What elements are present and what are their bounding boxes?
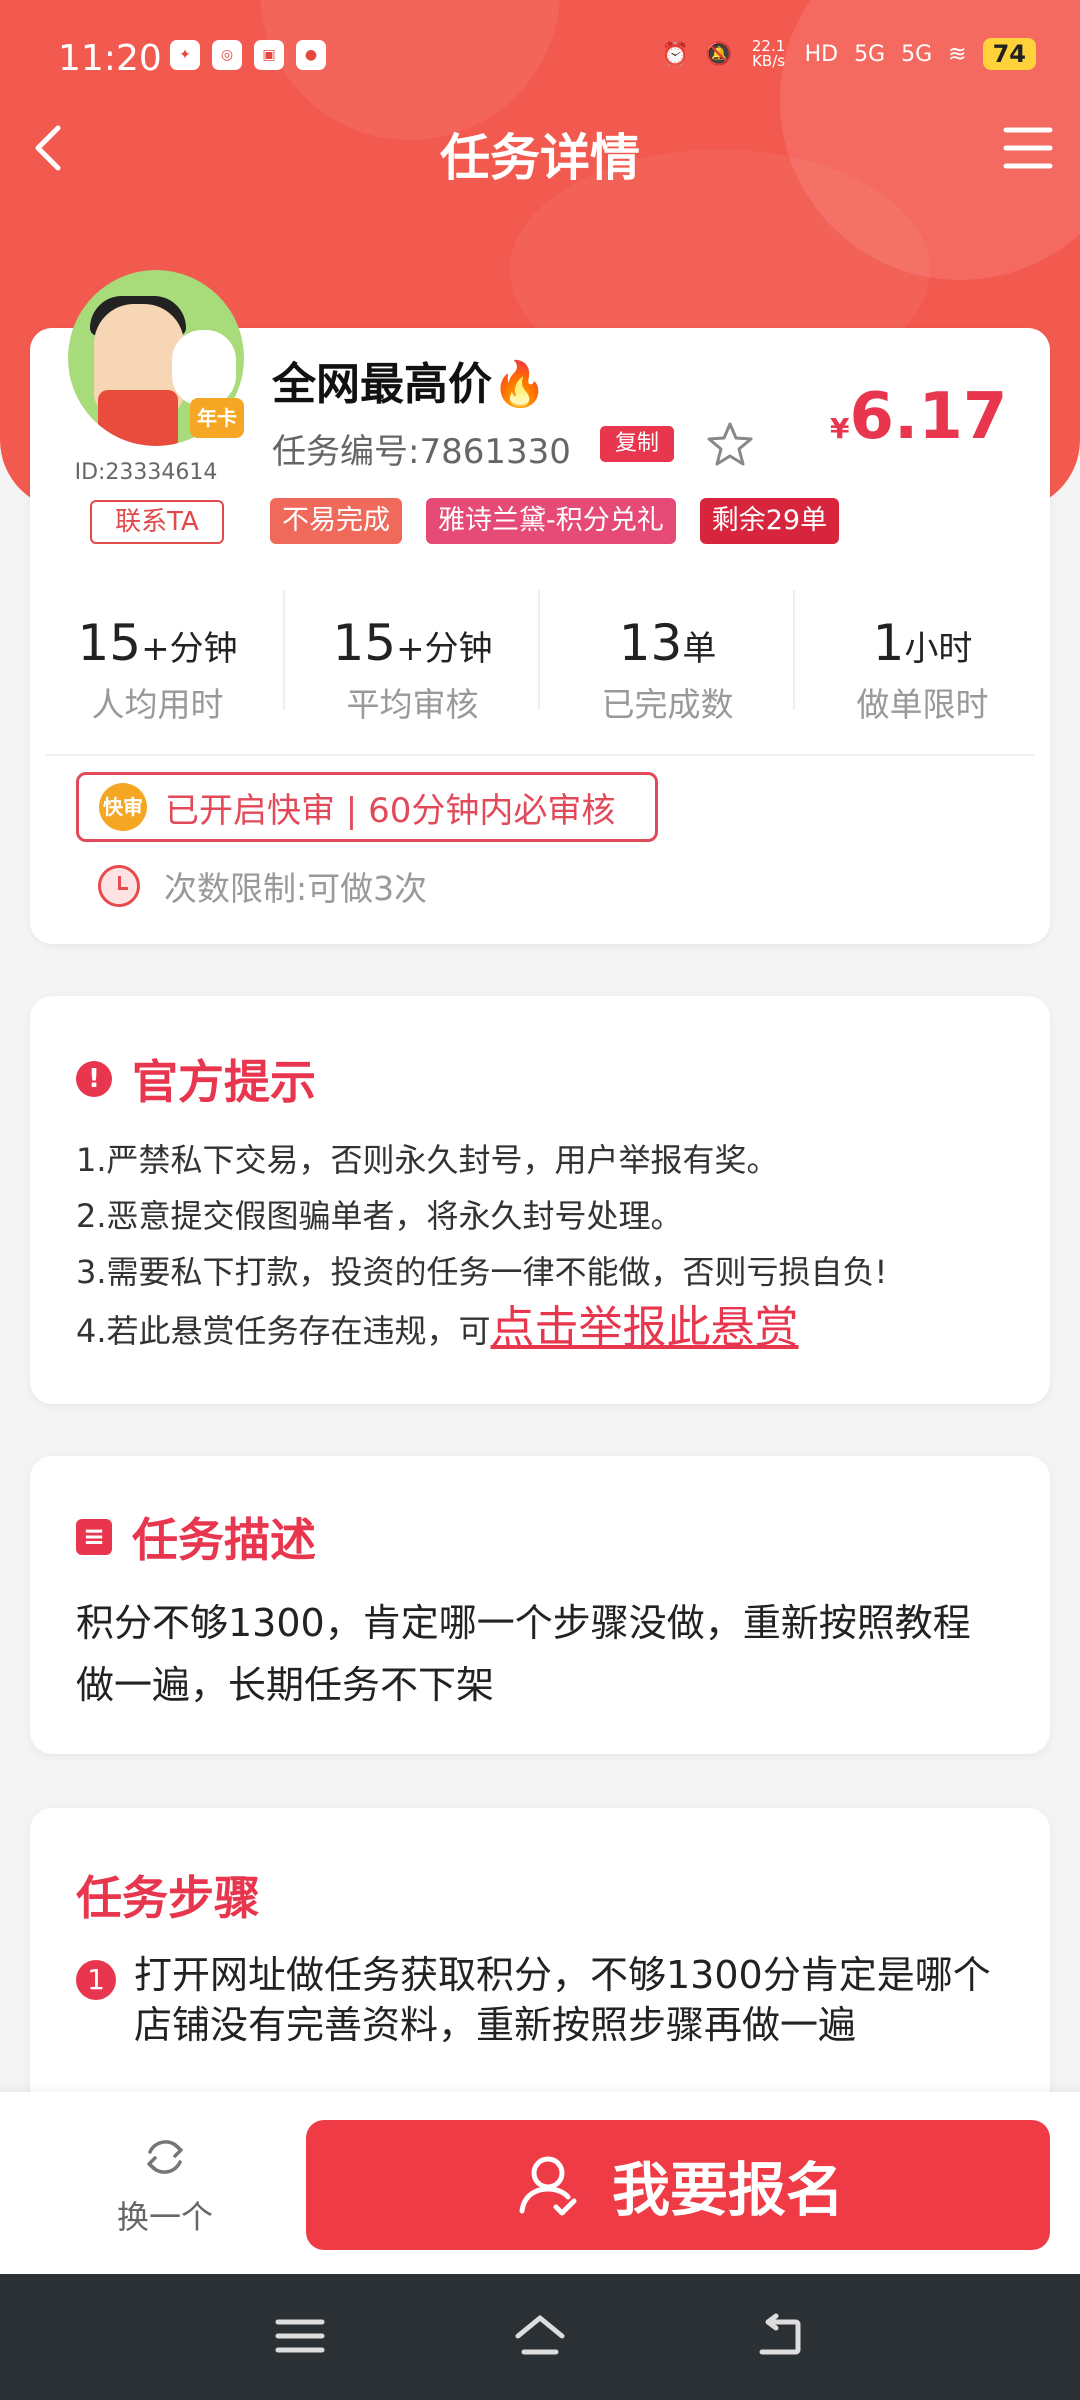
- notice-line: 4.若此悬赏任务存在违规，可点击举报此悬赏: [76, 1302, 799, 1353]
- report-link[interactable]: 点击举报此悬赏: [491, 1302, 799, 1353]
- home-icon: [515, 2315, 565, 2355]
- notification-icons: ✦ ◎ ▣ ●: [170, 40, 326, 70]
- description-title: ≡ 任务描述: [76, 1504, 316, 1570]
- mute-icon: 🔕: [705, 41, 733, 67]
- description-text: 积分不够1300，肯定哪一个步骤没做，重新按照教程做一遍，长期任务不下架: [76, 1601, 971, 1707]
- stat-avg-review: 15+分钟 平均审核: [285, 590, 540, 724]
- fast-review-banner: 快审 已开启快审 | 60分钟内必审核: [76, 772, 658, 842]
- alarm-icon: ⏰: [661, 41, 690, 67]
- star-icon: [707, 422, 753, 466]
- notice-line: 3.需要私下打款，投资的任务一律不能做，否则亏损自负!: [76, 1253, 888, 1291]
- hd-icon: HD: [804, 41, 839, 67]
- reward-price: ¥6.17: [830, 380, 1008, 454]
- status-bar: 11:20 ✦ ◎ ▣ ● ⏰ 🔕 22.1 KB/s HD 5G 5G ≋ 7…: [0, 0, 1080, 120]
- official-notice-card: ! 官方提示 1.严禁私下交易，否则永久封号，用户举报有奖。 2.恶意提交假图骗…: [30, 996, 1050, 1404]
- status-time: 11:20: [58, 38, 162, 79]
- menu-button[interactable]: [998, 120, 1058, 176]
- stat-avg-time: 15+分钟 人均用时: [30, 590, 285, 724]
- net-speed: 22.1 KB/s: [751, 37, 786, 70]
- bottom-action-bar: 换一个 我要报名: [0, 2092, 1080, 2274]
- annual-card-badge: 年卡: [190, 398, 244, 438]
- back-nav-button[interactable]: [752, 2312, 808, 2360]
- status-indicators: ⏰ 🔕 22.1 KB/s HD 5G 5G ≋ 74: [662, 38, 1036, 70]
- user-icon: [519, 2156, 577, 2216]
- task-stats: 15+分钟 人均用时 15+分钟 平均审核 13单 已完成数 1小时 做单限时: [30, 590, 1050, 724]
- favorite-button[interactable]: [706, 420, 754, 468]
- step-number: 1: [76, 1960, 116, 2000]
- notice-title: ! 官方提示: [76, 1046, 316, 1112]
- step-item: 1 打开网址做任务获取积分，不够1300分肯定是哪个店铺没有完善资料，重新按照步…: [76, 1950, 1010, 2050]
- fast-review-icon: 快审: [99, 783, 147, 831]
- task-description-card: ≡ 任务描述 积分不够1300，肯定哪一个步骤没做，重新按照教程做一遍，长期任务…: [30, 1456, 1050, 1754]
- attempt-limit: 次数限制:可做3次: [98, 862, 427, 910]
- recent-apps-button[interactable]: [272, 2312, 328, 2360]
- step-text: 打开网址做任务获取积分，不够1300分肯定是哪个店铺没有完善资料，重新按照步骤再…: [134, 1953, 991, 2047]
- task-tags: 不易完成 雅诗兰黛-积分兑礼 剩余29单: [270, 498, 840, 544]
- notice-line: 2.恶意提交假图骗单者，将永久封号处理。: [76, 1197, 683, 1235]
- menu-icon: [275, 2319, 325, 2353]
- document-icon: ≡: [76, 1519, 112, 1555]
- clock-icon: [98, 865, 140, 907]
- fast-review-text: 已开启快审 | 60分钟内必审核: [165, 790, 616, 831]
- home-button[interactable]: [512, 2312, 568, 2360]
- copy-button[interactable]: 复制: [600, 426, 674, 462]
- notice-list: 1.严禁私下交易，否则永久封号，用户举报有奖。 2.恶意提交假图骗单者，将永久封…: [76, 1132, 1020, 1359]
- app-notification-icon: ▣: [254, 40, 284, 70]
- system-nav-bar: [0, 2274, 1080, 2400]
- page-title: 任务详情: [440, 129, 640, 187]
- stat-completed: 13单 已完成数: [540, 590, 795, 724]
- task-number: 任务编号:7861330: [272, 432, 571, 472]
- battery-indicator: 74: [982, 38, 1036, 70]
- wifi-icon: ≋: [948, 41, 967, 67]
- app-notification-icon: ●: [296, 40, 326, 70]
- signal-icon: 5G: [901, 41, 933, 67]
- refresh-icon: [147, 2140, 183, 2174]
- menu-icon: [1003, 127, 1053, 169]
- contact-button[interactable]: 联系TA: [90, 500, 224, 544]
- nav-bar: 任务详情: [0, 110, 1080, 190]
- notice-line: 1.严禁私下交易，否则永久封号，用户举报有奖。: [76, 1141, 779, 1179]
- signup-button[interactable]: 我要报名: [306, 2120, 1050, 2250]
- user-id: ID:23334614: [74, 460, 218, 485]
- divider: [46, 754, 1034, 756]
- tag-remaining: 剩余29单: [699, 498, 840, 544]
- app-notification-icon: ✦: [170, 40, 200, 70]
- steps-title: 任务步骤: [76, 1871, 260, 1925]
- switch-task-button[interactable]: 换一个: [100, 2132, 230, 2238]
- task-name: 全网最高价🔥: [272, 359, 547, 410]
- tag-category: 雅诗兰黛-积分兑礼: [426, 498, 676, 544]
- exclamation-icon: !: [76, 1061, 112, 1097]
- stat-time-limit: 1小时 做单限时: [856, 614, 989, 724]
- tag-difficulty: 不易完成: [270, 498, 402, 544]
- return-icon: [759, 2313, 801, 2355]
- page: 11:20 ✦ ◎ ▣ ● ⏰ 🔕 22.1 KB/s HD 5G 5G ≋ 7…: [0, 0, 1080, 2400]
- app-notification-icon: ◎: [212, 40, 242, 70]
- signal-icon: 5G: [854, 41, 886, 67]
